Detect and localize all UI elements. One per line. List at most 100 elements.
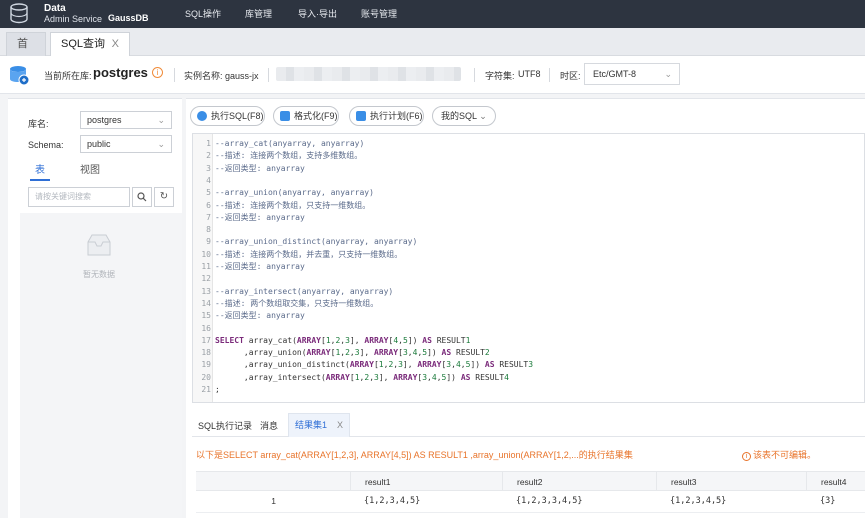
column-header-result4: result4 bbox=[806, 472, 865, 490]
top-nav-bar: Data Admin Service GaussDB SQL操作 库管理 导入·… bbox=[0, 0, 865, 28]
row-index: 1 bbox=[271, 496, 276, 506]
close-icon[interactable]: X bbox=[112, 33, 119, 55]
line-number: 3 bbox=[206, 163, 211, 173]
readonly-warning-text: 该表不可编辑。 bbox=[753, 450, 817, 460]
tab-messages[interactable]: 消息 bbox=[260, 419, 278, 432]
nav-import-export[interactable]: 导入·导出 bbox=[298, 7, 337, 20]
instance-name: 实例名称: gauss-jx bbox=[184, 71, 259, 81]
chevron-down-icon: ⌄ bbox=[157, 115, 165, 125]
chevron-down-icon: ⌄ bbox=[479, 111, 487, 121]
format-icon bbox=[280, 111, 290, 121]
line-number: 12 bbox=[201, 274, 211, 284]
empty-box-icon bbox=[87, 234, 111, 256]
divider bbox=[174, 68, 175, 82]
line-number: 14 bbox=[201, 298, 211, 308]
readonly-warning: i 该表不可编辑。 bbox=[742, 448, 816, 461]
code-text: ; bbox=[215, 385, 220, 394]
tab-result-set-label: 结果集1 bbox=[295, 420, 328, 430]
search-icon bbox=[137, 192, 147, 202]
code-text: --返回类型: anyarray bbox=[215, 163, 305, 173]
format-sql-button[interactable]: 格式化(F9) bbox=[273, 106, 339, 126]
result-table-header: result1 result2 result3 result4 bbox=[196, 471, 865, 491]
code-text: ,array_intersect(ARRAY[1,2,3], ARRAY[3,4… bbox=[215, 372, 509, 382]
line-number: 9 bbox=[206, 237, 211, 247]
database-select-value: postgres bbox=[87, 115, 122, 125]
execute-sql-button[interactable]: 执行SQL(F8) bbox=[190, 106, 265, 126]
code-text: --描述: 连接两个数组，支持多维数组。 bbox=[215, 151, 363, 161]
column-header-result1: result1 bbox=[350, 472, 502, 490]
execution-plan-button[interactable]: 执行计划(F6) bbox=[349, 106, 424, 126]
format-sql-label: 格式化(F9) bbox=[294, 111, 338, 121]
my-sql-dropdown[interactable]: 我的SQL ⌄ bbox=[432, 106, 496, 126]
code-text: --返回类型: anyarray bbox=[215, 311, 305, 321]
database-logo-icon bbox=[10, 3, 28, 24]
line-number: 10 bbox=[201, 249, 211, 259]
play-icon bbox=[197, 111, 207, 121]
charset-value: UTF8 bbox=[518, 69, 541, 79]
refresh-button[interactable]: ↻ bbox=[154, 187, 174, 207]
tab-tables[interactable]: 表 bbox=[30, 161, 50, 181]
line-number: 5 bbox=[206, 188, 211, 198]
schema-select[interactable]: public ⌄ bbox=[80, 135, 172, 153]
column-header-index bbox=[196, 472, 350, 490]
object-browser-panel: 库名: postgres ⌄ Schema: public ⌄ 表 视图 请按关… bbox=[8, 98, 182, 518]
execution-plan-label: 执行计划(F6) bbox=[370, 111, 423, 121]
tab-home[interactable]: 首页 bbox=[6, 32, 46, 72]
empty-text: 暂无数据 bbox=[83, 270, 115, 279]
info-icon[interactable]: i bbox=[152, 67, 163, 78]
divider bbox=[268, 68, 269, 82]
cell-result1: {1,2,3,4,5} bbox=[364, 496, 421, 506]
chevron-down-icon: ⌄ bbox=[664, 69, 672, 79]
sql-editor[interactable]: 1 --array_cat(anyarray, anyarray) 2 --描述: 连… bbox=[192, 133, 865, 403]
line-number: 21 bbox=[201, 385, 211, 394]
info-icon: i bbox=[742, 452, 751, 461]
timezone-value: Etc/GMT-8 bbox=[593, 69, 637, 79]
line-number: 11 bbox=[201, 262, 211, 271]
nav-sql-operations[interactable]: SQL操作 bbox=[185, 7, 221, 20]
table-row[interactable]: 1 {1,2,3,4,5} {1,2,3,3,4,5} {1,2,3,4,5} … bbox=[196, 491, 865, 513]
timezone-select[interactable]: Etc/GMT-8 ⌄ bbox=[584, 63, 680, 85]
search-button[interactable] bbox=[132, 187, 152, 207]
divider bbox=[474, 68, 475, 82]
tab-sql-query[interactable]: SQL查询 X bbox=[50, 32, 130, 56]
object-search-input[interactable]: 请按关键词搜索 bbox=[28, 187, 130, 207]
tab-result-set[interactable]: 结果集1 X bbox=[288, 413, 350, 437]
code-text: --array_intersect(anyarray, anyarray) bbox=[215, 286, 394, 296]
tab-bar: 首页 SQL查询 X bbox=[0, 28, 865, 72]
current-db-name: postgres bbox=[93, 65, 148, 80]
plan-icon bbox=[356, 111, 366, 121]
line-number: 16 bbox=[201, 323, 211, 333]
nav-account-management[interactable]: 账号管理 bbox=[361, 7, 397, 20]
code-text: --描述: 连接两个数组，并去重，只支持一维数组。 bbox=[215, 249, 403, 259]
tab-views[interactable]: 视图 bbox=[80, 161, 100, 176]
timezone-label: 时区: bbox=[560, 71, 581, 81]
current-db-label: 当前所在库: bbox=[44, 71, 92, 81]
line-number: 2 bbox=[206, 151, 211, 161]
execute-sql-label: 执行SQL(F8) bbox=[211, 111, 264, 121]
line-number: 17 bbox=[201, 335, 211, 345]
code-text: --返回类型: anyarray bbox=[215, 262, 305, 271]
sql-editor-panel: 执行SQL(F8) 格式化(F9) 执行计划(F6) 我的SQL ⌄ 1 --ar… bbox=[186, 98, 865, 518]
line-number: 20 bbox=[201, 372, 211, 382]
nav-database-management[interactable]: 库管理 bbox=[245, 7, 272, 20]
redacted-value bbox=[276, 67, 461, 81]
code-text: --array_cat(anyarray, anyarray) bbox=[215, 139, 365, 148]
cell-result3: {1,2,3,4,5} bbox=[670, 496, 727, 506]
database-icon bbox=[10, 66, 30, 86]
db-label: 库名: bbox=[28, 119, 49, 129]
line-number: 8 bbox=[206, 225, 211, 235]
database-select[interactable]: postgres ⌄ bbox=[80, 111, 172, 129]
brand-product: GaussDB bbox=[108, 13, 149, 23]
cell-result2: {1,2,3,3,4,5} bbox=[516, 496, 583, 506]
code-text: SELECT array_cat(ARRAY[1,2,3], ARRAY[4,5… bbox=[215, 335, 471, 345]
code-text: --返回类型: anyarray bbox=[215, 212, 305, 222]
tab-sql-history[interactable]: SQL执行记录 bbox=[198, 419, 252, 432]
refresh-icon: ↻ bbox=[159, 191, 169, 202]
code-text: ,array_union_distinct(ARRAY[1,2,3], ARRA… bbox=[215, 360, 534, 370]
code-text: --描述: 连接两个数组，只支持一维数组。 bbox=[215, 200, 371, 210]
instance-info-bar: 当前所在库: postgres i 实例名称: gauss-jx 字符集: UT… bbox=[0, 56, 865, 94]
close-icon[interactable]: X bbox=[337, 414, 343, 436]
line-number: 13 bbox=[201, 286, 211, 296]
line-number: 6 bbox=[206, 200, 211, 210]
chevron-down-icon: ⌄ bbox=[157, 139, 165, 149]
